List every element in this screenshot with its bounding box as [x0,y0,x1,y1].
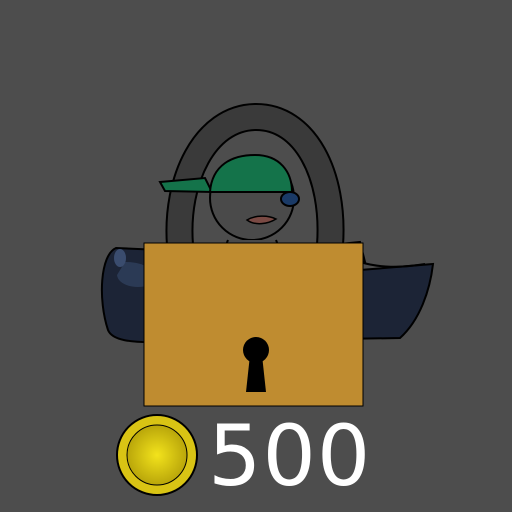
padlock-icon [143,242,364,407]
locked-item-card[interactable]: 500 [0,0,512,512]
coin-icon [116,414,198,496]
price-label: 500 [208,407,372,505]
